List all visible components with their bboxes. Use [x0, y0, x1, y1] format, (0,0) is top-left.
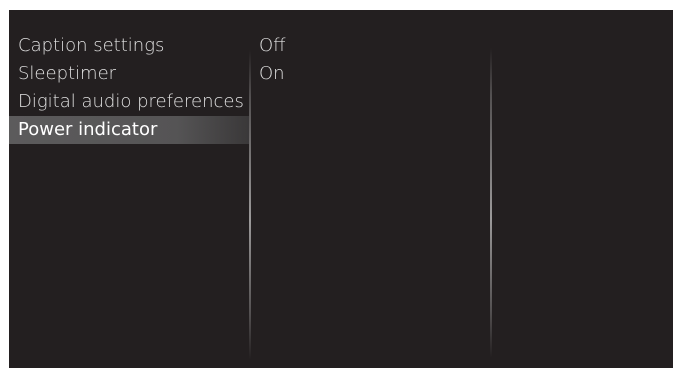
column-divider — [490, 48, 492, 358]
column-divider — [249, 50, 251, 360]
settings-menu: Caption settings Sleeptimer Digital audi… — [9, 32, 249, 144]
options-list: Off On — [251, 32, 491, 88]
menu-item-sleeptimer[interactable]: Sleeptimer — [9, 60, 249, 88]
option-off[interactable]: Off — [251, 32, 491, 60]
menu-item-power-indicator[interactable]: Power indicator — [9, 116, 249, 144]
detail-pane — [493, 32, 671, 362]
option-on[interactable]: On — [251, 60, 491, 88]
tv-settings-screen: Caption settings Sleeptimer Digital audi… — [9, 10, 673, 368]
menu-item-digital-audio-preferences[interactable]: Digital audio preferences — [9, 88, 249, 116]
menu-item-caption-settings[interactable]: Caption settings — [9, 32, 249, 60]
